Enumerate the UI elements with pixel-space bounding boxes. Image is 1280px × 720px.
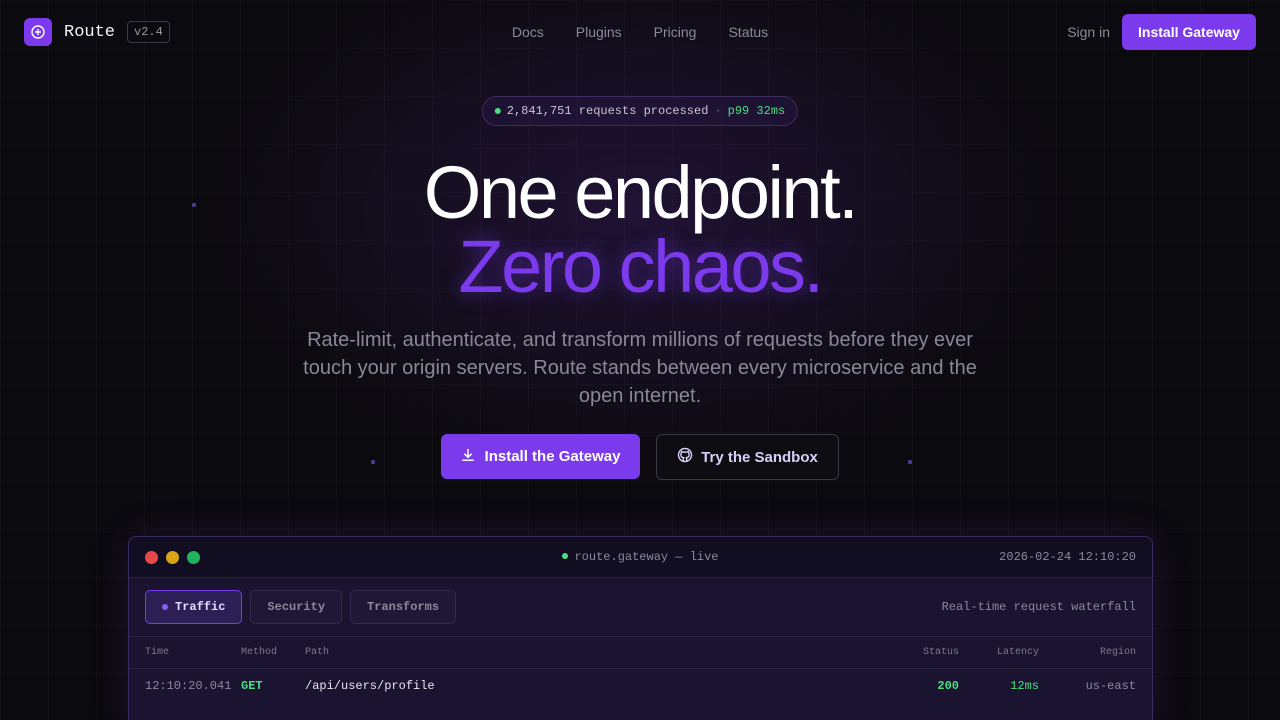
active-dot-icon [162, 604, 168, 610]
nav-link-docs[interactable]: Docs [512, 24, 544, 40]
row-method: GET [241, 679, 263, 693]
column-path: Path [305, 647, 330, 658]
column-latency: Latency [996, 647, 1039, 658]
row-time: 12:10:20.041 [145, 679, 232, 693]
top-nav: Route v2.4 Docs Plugins Pricing Status S… [24, 14, 1256, 50]
try-sandbox-button[interactable]: Try the Sandbox [656, 434, 839, 480]
download-icon [461, 448, 475, 466]
decor-spark [192, 203, 196, 207]
nav-link-pricing[interactable]: Pricing [654, 24, 697, 40]
tab-traffic-label: Traffic [175, 600, 226, 614]
sign-in-link[interactable]: Sign in [1067, 24, 1110, 40]
live-dot-icon [562, 553, 569, 559]
hero-headline: One endpoint. Zero chaos. [0, 156, 1280, 304]
console-tab-bar: Traffic Security Transforms Real-time re… [129, 578, 1152, 637]
tab-caption: Real-time request waterfall [941, 600, 1136, 614]
hero-subtitle: Rate-limit, authenticate, and transform … [303, 329, 977, 407]
row-latency: 12ms [1010, 679, 1039, 693]
column-time: Time [145, 647, 170, 658]
brand[interactable]: Route v2.4 [24, 18, 170, 46]
nav-link-status[interactable]: Status [728, 24, 768, 40]
nav-link-plugins[interactable]: Plugins [576, 24, 622, 40]
live-dot-icon [494, 108, 501, 114]
console-tabs: Traffic Security Transforms [145, 590, 457, 624]
table-body-empty [129, 703, 1152, 720]
p99-latency: p99 32ms [727, 104, 786, 118]
tab-transforms[interactable]: Transforms [350, 590, 457, 624]
headline-line-1: One endpoint. [423, 151, 859, 234]
install-the-gateway-label: Install the Gateway [484, 448, 621, 465]
nav-links: Docs Plugins Pricing Status [512, 24, 768, 40]
decor-spark [371, 460, 375, 464]
row-region: us-east [1085, 679, 1136, 693]
row-status: 200 [937, 679, 959, 693]
brand-name: Route [64, 22, 116, 42]
table-header: Time Method Path Status Latency Region [129, 637, 1152, 669]
table-row[interactable]: 12:10:20.041 GET /api/users/profile 200 … [129, 669, 1152, 703]
window-timestamp: 2026-02-24 12:10:20 [999, 550, 1136, 564]
tab-traffic[interactable]: Traffic [145, 590, 243, 624]
try-sandbox-label: Try the Sandbox [701, 448, 818, 466]
column-region: Region [1099, 647, 1136, 658]
nav-actions: Sign in Install Gateway [1067, 14, 1256, 50]
tab-transforms-label: Transforms [367, 600, 440, 614]
row-path: /api/users/profile [305, 679, 435, 693]
version-badge: v2.4 [127, 21, 170, 43]
hero-cta-row: Install the Gateway Try the Sandbox [441, 434, 839, 480]
tab-security-label: Security [267, 600, 326, 614]
install-the-gateway-button[interactable]: Install the Gateway [441, 434, 640, 479]
gateway-console-window: route.gateway — live 2026-02-24 12:10:20… [128, 536, 1153, 720]
stats-badge: 2,841,751 requests processed · p99 32ms [481, 96, 799, 126]
headline-line-2: Zero chaos. [458, 225, 824, 308]
window-title-text: route.gateway — live [574, 550, 719, 564]
window-titlebar: route.gateway — live 2026-02-24 12:10:20 [129, 537, 1152, 578]
github-icon [677, 447, 693, 467]
stats-separator: · [714, 104, 722, 118]
decor-spark [908, 460, 912, 464]
column-status: Status [922, 647, 959, 658]
route-logo-icon [24, 18, 52, 46]
install-gateway-button[interactable]: Install Gateway [1122, 14, 1256, 50]
column-method: Method [241, 647, 278, 658]
tab-security[interactable]: Security [250, 590, 343, 624]
requests-processed: 2,841,751 requests processed [506, 104, 709, 118]
